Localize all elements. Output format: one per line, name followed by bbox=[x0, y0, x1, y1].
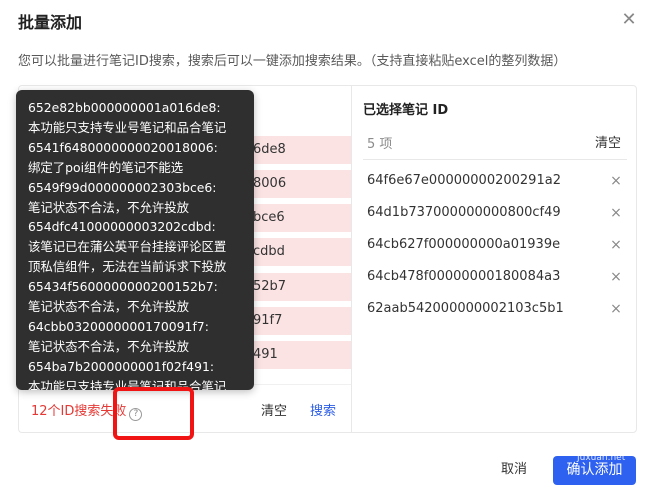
tooltip-line: 64cbb0320000000170091f7: bbox=[28, 318, 209, 334]
tooltip-line: 顶私信组件，无法在当前诉求下投放 bbox=[28, 259, 227, 275]
remove-icon[interactable]: × bbox=[607, 266, 625, 288]
remove-icon[interactable]: × bbox=[607, 298, 625, 320]
selected-note-id: 64cb478f00000000180084a3 bbox=[367, 269, 561, 284]
failed-id-row: 491 bbox=[245, 341, 351, 369]
selected-note-id: 64d1b737000000000800cf49 bbox=[367, 205, 561, 220]
failed-id-row: 8006 bbox=[245, 170, 351, 198]
failed-id-row: 91f7 bbox=[245, 307, 351, 335]
search-button[interactable]: 搜索 bbox=[310, 400, 336, 419]
remove-icon[interactable]: × bbox=[607, 202, 625, 224]
divider bbox=[363, 159, 627, 160]
batch-add-dialog: 批量添加 ✕ 您可以批量进行笔记ID搜索，搜索后可以一键添加搜索结果。（支持直接… bbox=[0, 0, 645, 491]
selected-note-id: 64f6e67e00000000200291a2 bbox=[367, 173, 561, 188]
dialog-title: 批量添加 bbox=[18, 13, 83, 32]
selected-note-item: 62aab542000000002103c5b1 × bbox=[367, 298, 629, 320]
selected-notes-panel: 已选择笔记 ID 5 项 清空 64f6e67e00000000200291a2… bbox=[351, 85, 637, 433]
failed-id-row: 6de8 bbox=[245, 136, 351, 164]
tooltip-line: 652e82bb000000001a016de8: bbox=[28, 100, 221, 115]
tooltip-line: 6541f6480000000020018006: bbox=[28, 139, 218, 155]
remove-icon[interactable]: × bbox=[607, 234, 625, 256]
tooltip-line: 笔记状态不合法，不允许投放 bbox=[28, 338, 190, 354]
fail-reasons-tooltip: 652e82bb000000001a016de8: 本功能只支持专业号笔记和品合… bbox=[16, 90, 254, 390]
failed-id-row: 52b7 bbox=[245, 273, 351, 301]
tooltip-line: 笔记状态不合法，不允许投放 bbox=[28, 299, 190, 315]
selected-note-item: 64cb627f000000000a01939e × bbox=[367, 234, 629, 256]
clear-input-button[interactable]: 清空 bbox=[261, 400, 287, 419]
failed-id-row: cdbd bbox=[245, 238, 351, 266]
tooltip-line: 65434f5600000000200152b7: bbox=[28, 279, 218, 295]
highlight-annotation-box bbox=[113, 387, 194, 440]
tooltip-line: 654dfc41000000003202cdbd: bbox=[28, 219, 216, 235]
tooltip-line: 本功能只支持专业号笔记和品合笔记 bbox=[28, 119, 227, 135]
failed-id-row: bce6 bbox=[245, 204, 351, 232]
selected-note-item: 64cb478f00000000180084a3 × bbox=[367, 266, 629, 288]
tooltip-line: 绑定了poi组件的笔记不能选 bbox=[28, 159, 184, 175]
tooltip-line: 654ba7b2000000001f02f491: bbox=[28, 358, 215, 374]
remove-icon[interactable]: × bbox=[607, 170, 625, 192]
selected-note-item: 64d1b737000000000800cf49 × bbox=[367, 202, 629, 224]
tooltip-line: 该笔记已在蒲公英平台挂接评论区置 bbox=[28, 239, 227, 255]
selected-note-id: 62aab542000000002103c5b1 bbox=[367, 301, 564, 316]
dialog-description: 您可以批量进行笔记ID搜索，搜索后可以一键添加搜索结果。（支持直接粘贴excel… bbox=[18, 54, 567, 69]
selected-count: 5 项 bbox=[367, 137, 393, 152]
selected-note-item: 64f6e67e00000000200291a2 × bbox=[367, 170, 629, 192]
tooltip-line: 笔记状态不合法，不允许投放 bbox=[28, 199, 190, 215]
close-icon[interactable]: ✕ bbox=[619, 10, 639, 30]
selected-note-id: 64cb627f000000000a01939e bbox=[367, 237, 561, 252]
cancel-button[interactable]: 取消 bbox=[487, 456, 541, 484]
clear-selected-button[interactable]: 清空 bbox=[595, 132, 621, 151]
tooltip-line: 6549f99d000000002303bce6: bbox=[28, 179, 217, 195]
selected-notes-title: 已选择笔记 ID bbox=[363, 103, 449, 118]
watermark-text: Juxuan.net bbox=[577, 453, 626, 463]
